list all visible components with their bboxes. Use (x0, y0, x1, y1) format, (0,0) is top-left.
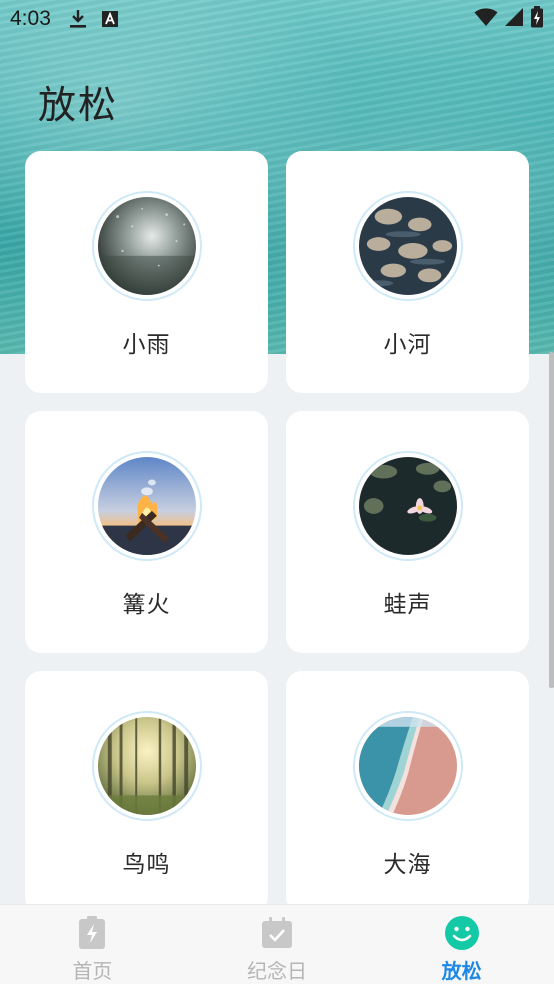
a-box-icon (101, 10, 119, 28)
sound-label: 蛙声 (383, 592, 432, 618)
thumbnail-ring (91, 191, 202, 301)
sound-label: 大海 (383, 852, 432, 878)
smile-icon (444, 915, 480, 951)
forest-photo (97, 717, 196, 815)
tab-anniversary[interactable]: 纪念日 (185, 905, 370, 984)
status-time: 4:03 (10, 7, 51, 30)
sound-label: 篝火 (122, 592, 171, 618)
sound-card-sea[interactable]: 大海 (286, 671, 529, 913)
battery-bolt-icon (74, 915, 110, 951)
sound-card-rain[interactable]: 小雨 (25, 151, 268, 393)
download-icon (69, 9, 87, 29)
tab-label: 首页 (72, 959, 113, 983)
sound-label: 小雨 (122, 332, 171, 358)
sound-card-frogs[interactable]: 蛙声 (286, 411, 529, 653)
lotus-pond-photo (358, 457, 457, 555)
sound-card-birds[interactable]: 鸟鸣 (25, 671, 268, 913)
river-stones-photo (358, 197, 457, 295)
wifi-icon (474, 7, 498, 32)
tab-relax[interactable]: 放松 (369, 905, 554, 984)
signal-icon (504, 7, 524, 32)
thumbnail-ring (352, 711, 463, 821)
tab-label: 放松 (441, 959, 482, 983)
page-title: 放松 (38, 83, 119, 127)
tab-label: 纪念日 (247, 959, 307, 983)
thumbnail-ring (91, 711, 202, 821)
bottom-tab-bar: 首页 纪念日 放松 (0, 904, 554, 984)
campfire-photo (97, 457, 196, 555)
scrollbar[interactable] (549, 352, 554, 688)
sound-label: 小河 (383, 332, 432, 358)
thumbnail-ring (352, 451, 463, 561)
battery-icon (530, 5, 544, 33)
beach-aerial-photo (358, 717, 457, 815)
rain-window-photo (97, 197, 196, 295)
sound-card-campfire[interactable]: 篝火 (25, 411, 268, 653)
sound-card-river[interactable]: 小河 (286, 151, 529, 393)
tab-home[interactable]: 首页 (0, 905, 185, 984)
status-bar: 4:03 (0, 0, 554, 38)
thumbnail-ring (91, 451, 202, 561)
calendar-check-icon (259, 915, 295, 951)
sound-label: 鸟鸣 (122, 852, 171, 878)
sound-grid: 小雨 小河 篝火 蛙声 鸟鸣 大海 (25, 151, 529, 913)
thumbnail-ring (352, 191, 463, 301)
